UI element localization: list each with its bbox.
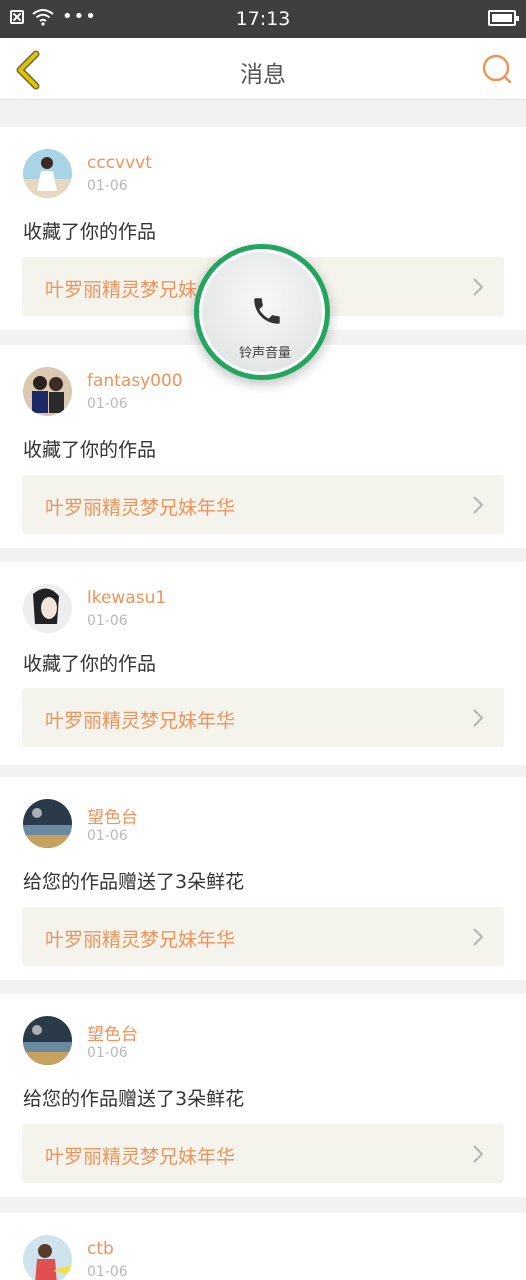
overlay-label: 铃声音量 <box>238 346 291 361</box>
date: 01-06 <box>87 613 128 629</box>
battery-icon <box>488 10 519 26</box>
notification-item[interactable]: 望色台 01-06 给您的作品赠送了3朵鲜花 叶罗丽精灵梦兄妹年华 <box>0 777 526 980</box>
work-link[interactable]: 叶罗丽精灵梦兄妹年华 <box>22 1124 504 1183</box>
username[interactable]: 望色台 <box>87 1020 138 1045</box>
action-text: 收藏了你的作品 <box>23 221 157 243</box>
chevron-right-icon <box>473 1145 484 1163</box>
username[interactable]: lkewasu1 <box>87 588 166 608</box>
notification-item[interactable]: lkewasu1 01-06 收藏了你的作品 叶罗丽精灵梦兄妹年华 <box>0 562 526 765</box>
username[interactable]: ctb <box>87 1239 114 1259</box>
action-text: 给您的作品赠送了3朵鲜花 <box>23 871 245 893</box>
avatar[interactable] <box>23 149 72 198</box>
work-title: 叶罗丽精灵梦兄妹年华 <box>45 710 236 732</box>
ringtone-volume-overlay[interactable]: 铃声音量 <box>194 244 330 380</box>
action-text: 给您的作品赠送了3朵鲜花 <box>23 1088 245 1110</box>
chevron-right-icon <box>473 709 484 727</box>
username[interactable]: cccvvvt <box>87 153 152 173</box>
work-link[interactable]: 叶罗丽精灵梦兄妹年华 <box>22 688 504 747</box>
action-text: 收藏了你的作品 <box>23 439 157 461</box>
work-title: 叶罗丽精灵梦兄妹年华 <box>45 497 236 519</box>
nav-bar: 消息 <box>0 38 526 100</box>
notification-item[interactable]: ctb 01-06 <box>0 1213 526 1280</box>
overlay-ring: 铃声音量 <box>199 249 325 375</box>
date: 01-06 <box>87 396 128 412</box>
chevron-right-icon <box>473 496 484 514</box>
action-text: 收藏了你的作品 <box>23 653 157 675</box>
work-link[interactable]: 叶罗丽精灵梦兄妹年华 <box>22 907 504 966</box>
notification-item[interactable]: 望色台 01-06 给您的作品赠送了3朵鲜花 叶罗丽精灵梦兄妹年华 <box>0 994 526 1197</box>
date: 01-06 <box>87 1264 128 1280</box>
status-bar: ••• 17:13 <box>0 0 526 38</box>
status-time: 17:13 <box>235 8 291 30</box>
work-title: 叶罗丽精灵梦兄妹年华 <box>45 1146 236 1168</box>
date: 01-06 <box>87 178 128 194</box>
username[interactable]: 望色台 <box>87 803 138 828</box>
work-title: 叶罗丽精灵梦兄妹年华 <box>45 929 236 951</box>
date: 01-06 <box>87 1045 128 1061</box>
chevron-right-icon <box>473 928 484 946</box>
avatar[interactable] <box>23 799 72 848</box>
chevron-right-icon <box>473 278 484 296</box>
overlay-face: 铃声音量 <box>202 252 322 372</box>
phone-icon <box>254 298 280 324</box>
date: 01-06 <box>87 828 128 844</box>
avatar[interactable] <box>23 367 72 416</box>
avatar[interactable] <box>23 1016 72 1065</box>
avatar[interactable] <box>23 584 72 633</box>
page-title: 消息 <box>240 62 286 88</box>
username[interactable]: fantasy000 <box>87 371 183 391</box>
search-icon[interactable] <box>480 52 514 86</box>
work-link[interactable]: 叶罗丽精灵梦兄妹年华 <box>22 475 504 534</box>
avatar[interactable] <box>23 1235 72 1280</box>
